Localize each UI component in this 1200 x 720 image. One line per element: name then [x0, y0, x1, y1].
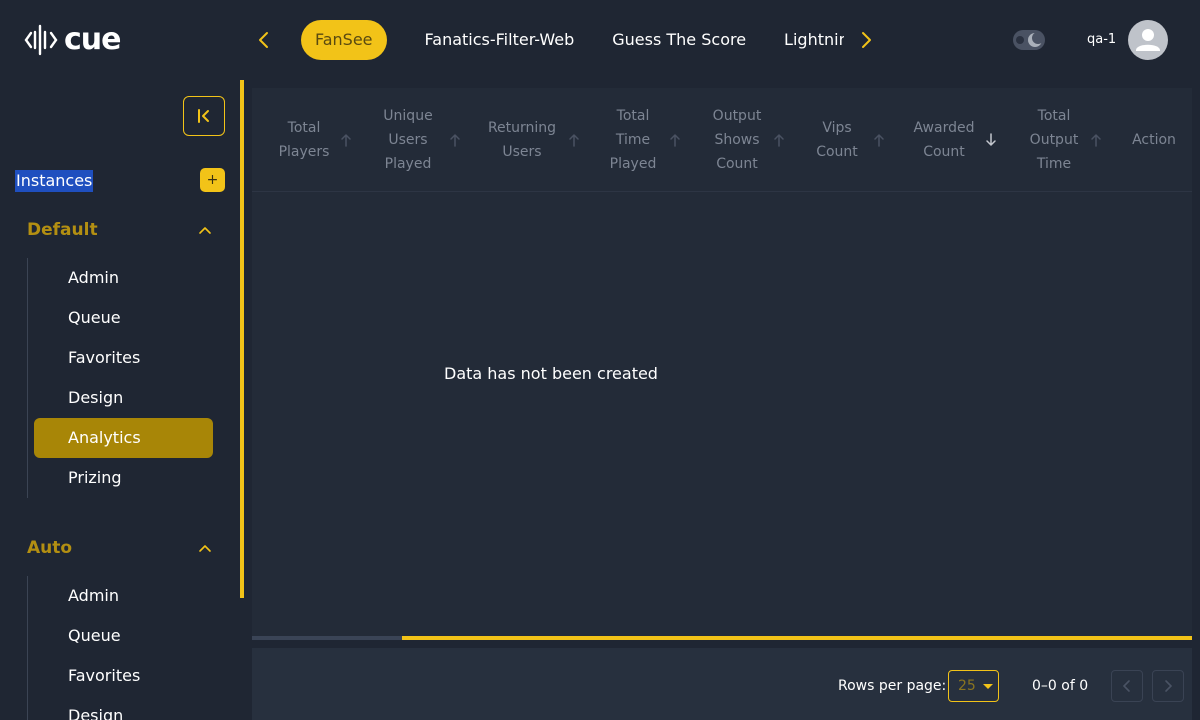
group-title: Default: [27, 220, 98, 240]
rows-per-page-select[interactable]: 25: [948, 670, 999, 702]
collapse-sidebar-button[interactable]: [183, 96, 225, 136]
tab-lightning[interactable]: Lightning: [770, 20, 844, 60]
theme-toggle[interactable]: [1013, 30, 1045, 50]
sidebar-item-auto-design[interactable]: Design: [34, 696, 213, 720]
column-header-action[interactable]: Action: [1124, 104, 1184, 176]
add-instance-button[interactable]: +: [200, 168, 225, 192]
group-tree-line: [27, 258, 28, 498]
previous-page-button[interactable]: [1111, 670, 1143, 702]
column-header-total-output-time[interactable]: Total Output Time: [1024, 104, 1102, 176]
user-name: qa-1: [1087, 32, 1117, 47]
user-icon: [1136, 29, 1160, 51]
column-header-total-time-played[interactable]: Total Time Played: [603, 104, 681, 176]
sidebar-item-default-admin[interactable]: Admin: [34, 258, 213, 298]
chevron-up-icon: [199, 227, 211, 234]
caret-down-icon: [983, 684, 993, 689]
arrow-up-icon: [569, 134, 579, 147]
table-header: Total Players Unique Users Played Returnin…: [252, 88, 1192, 192]
column-header-unique-users-played[interactable]: Unique Users Played: [373, 104, 461, 176]
empty-state-message: Data has not been created: [444, 364, 658, 383]
tabs-prev-button[interactable]: [250, 26, 278, 54]
group-default[interactable]: Default: [27, 218, 227, 242]
sidebar-item-default-favorites[interactable]: Favorites: [34, 338, 213, 378]
chevron-up-icon: [199, 545, 211, 552]
horizontal-scroll-thumb[interactable]: [402, 636, 1192, 640]
next-page-button[interactable]: [1152, 670, 1184, 702]
column-header-label: Total Players: [278, 120, 330, 160]
group-tree-line: [27, 576, 28, 720]
arrow-up-icon: [874, 134, 884, 147]
column-header-total-players[interactable]: Total Players: [274, 104, 352, 176]
cue-logo[interactable]: cue: [24, 22, 121, 58]
sidebar-item-auto-admin[interactable]: Admin: [34, 576, 213, 616]
waveform-icon: [24, 24, 58, 56]
rows-per-page-value: 25: [958, 678, 976, 694]
chevron-left-icon: [259, 32, 268, 48]
instances-label: Instances: [15, 170, 94, 192]
tab-fansee[interactable]: FanSee: [301, 20, 387, 60]
tab-fanatics-filter-web[interactable]: Fanatics-Filter-Web: [411, 20, 589, 60]
column-header-label: Total Time Played: [609, 108, 657, 172]
column-header-label: Unique Users Played: [383, 108, 433, 172]
sidebar-item-auto-favorites[interactable]: Favorites: [34, 656, 213, 696]
logo-text: cue: [64, 22, 121, 57]
column-header-label: Output Shows Count: [712, 108, 762, 172]
table-pagination: Rows per page: 25 0–0 of 0: [252, 648, 1192, 720]
sidebar: Instances + Default Admin Queue Favorites De…: [0, 80, 240, 720]
rows-per-page-label: Rows per page:: [838, 678, 947, 694]
arrow-up-icon: [1091, 134, 1101, 147]
collapse-left-icon: [198, 109, 209, 123]
analytics-table: Total Players Unique Users Played Returnin…: [252, 88, 1192, 640]
column-header-label: Returning Users: [487, 120, 557, 160]
user-avatar[interactable]: [1128, 20, 1168, 60]
arrow-up-icon: [774, 134, 784, 147]
group-title: Auto: [27, 538, 73, 558]
column-header-output-shows-count[interactable]: Output Shows Count: [707, 104, 785, 176]
arrow-up-icon: [670, 134, 680, 147]
sidebar-item-default-prizing[interactable]: Prizing: [34, 458, 213, 498]
pagination-range: 0–0 of 0: [1032, 678, 1089, 694]
sidebar-item-default-design[interactable]: Design: [34, 378, 213, 418]
column-header-awarded-count[interactable]: Awarded Count: [909, 104, 997, 176]
arrow-up-icon: [341, 134, 351, 147]
arrow-down-icon: [986, 133, 996, 146]
column-header-returning-users[interactable]: Returning Users: [482, 104, 580, 176]
sidebar-item-auto-queue[interactable]: Queue: [34, 616, 213, 656]
column-header-vips-count[interactable]: Vips Count: [807, 104, 885, 176]
arrow-up-icon: [450, 134, 460, 147]
group-auto[interactable]: Auto: [27, 536, 227, 560]
chevron-right-icon: [1165, 680, 1173, 692]
instance-tabs: FanSee Fanatics-Filter-Web Guess The Score…: [290, 20, 844, 60]
moon-icon: [1028, 32, 1043, 47]
column-header-label: Action: [1132, 132, 1176, 148]
toggle-knob: [1016, 36, 1024, 44]
tabs-next-button[interactable]: [852, 26, 880, 54]
column-header-label: Vips Count: [816, 120, 858, 160]
sidebar-scrollbar[interactable]: [240, 80, 244, 598]
sidebar-item-default-queue[interactable]: Queue: [34, 298, 213, 338]
chevron-left-icon: [1122, 680, 1130, 692]
column-header-label: Awarded Count: [913, 120, 975, 160]
sidebar-item-default-analytics[interactable]: Analytics: [34, 418, 213, 458]
column-header-label: Total Output Time: [1029, 108, 1079, 172]
chevron-right-icon: [862, 32, 871, 48]
top-bar: cue FanSee Fanatics-Filter-Web Guess The S…: [0, 0, 1200, 80]
tab-guess-the-score[interactable]: Guess The Score: [598, 20, 760, 60]
